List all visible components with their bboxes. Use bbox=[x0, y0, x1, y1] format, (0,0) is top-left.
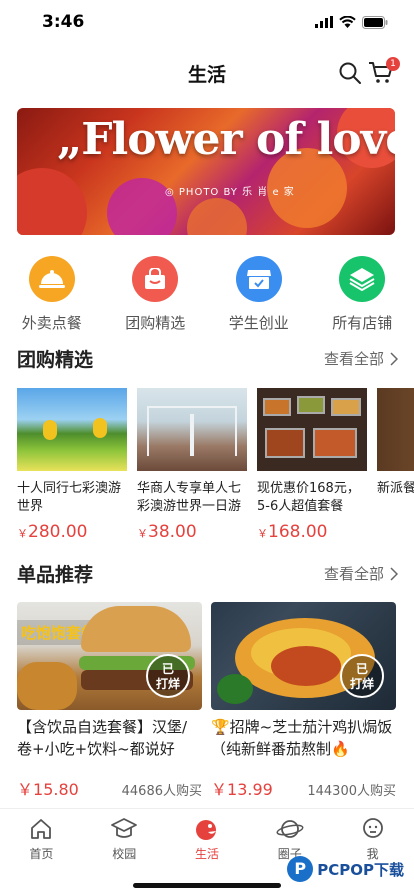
home-indicator[interactable] bbox=[133, 883, 281, 888]
section-title: 团购精选 bbox=[17, 349, 94, 371]
cart-button[interactable]: 1 bbox=[368, 57, 400, 87]
single-section-header: 单品推荐 查看全部 bbox=[17, 560, 398, 587]
planet-icon bbox=[276, 820, 304, 838]
life-icon bbox=[195, 820, 216, 840]
product-image: 吃饱饱套餐 已 打烊 bbox=[17, 602, 202, 710]
group-item[interactable]: 新派餐厅 bbox=[377, 388, 414, 542]
tab-campus[interactable]: 校园 bbox=[83, 809, 166, 865]
group-item[interactable]: 十人同行七彩澳游世界 ￥280.00 bbox=[17, 388, 127, 542]
wifi-icon bbox=[339, 16, 356, 28]
home-icon bbox=[31, 819, 52, 839]
view-all-link[interactable]: 查看全部 bbox=[324, 348, 398, 369]
product-card[interactable]: 吃饱饱套餐 已 打烊 【含饮品自选套餐】汉堡/卷+小吃+饮料~都说好吃... ￥… bbox=[17, 602, 202, 800]
product-price: ￥15.80 bbox=[17, 780, 79, 799]
sold-count: 144300人购买 bbox=[307, 784, 396, 799]
sold-count: 44686人购买 bbox=[121, 784, 202, 799]
search-icon[interactable] bbox=[338, 61, 362, 85]
category-grid: 外卖点餐 团购精选 学生创业 所有店铺 bbox=[0, 256, 414, 333]
group-item[interactable]: 现优惠价168元，5-6人超值套餐 ￥168.00 bbox=[257, 388, 367, 542]
product-image bbox=[257, 388, 367, 471]
signal-icon bbox=[315, 16, 333, 28]
cloche-icon bbox=[38, 270, 65, 288]
product-image: 已 打烊 bbox=[211, 602, 396, 710]
status-time: 3:46 bbox=[42, 12, 85, 32]
group-buy-list: 十人同行七彩澳游世界 ￥280.00 华商人专享单人七彩澳游世界一日游 ￥38.… bbox=[17, 388, 414, 542]
cart-badge: 1 bbox=[386, 57, 400, 71]
navigation-bar: 生活 1 bbox=[0, 44, 414, 102]
watermark-logo: P PCPOP下载 bbox=[287, 856, 404, 882]
tab-home[interactable]: 首页 bbox=[0, 809, 83, 865]
chevron-right-icon bbox=[390, 351, 398, 366]
page-title: 生活 bbox=[187, 63, 226, 86]
category-student-startup[interactable]: 学生创业 bbox=[207, 256, 311, 333]
closed-stamp: 已 打烊 bbox=[146, 654, 190, 698]
product-card[interactable]: 已 打烊 🏆招牌~芝士茄汁鸡扒焗饭（纯新鲜番茄熬制🔥 ￥13.99 144300… bbox=[211, 602, 396, 800]
category-takeout[interactable]: 外卖点餐 bbox=[0, 256, 104, 333]
profile-icon bbox=[362, 818, 383, 838]
banner-title: „Flower of love bbox=[57, 114, 395, 165]
tab-bar: 首页 校园 生活 圈子 我 bbox=[0, 808, 414, 896]
chevron-right-icon bbox=[390, 566, 398, 581]
category-all-shops[interactable]: 所有店铺 bbox=[311, 256, 414, 333]
single-product-list: 吃饱饱套餐 已 打烊 【含饮品自选套餐】汉堡/卷+小吃+饮料~都说好吃... ￥… bbox=[17, 602, 396, 800]
tab-life[interactable]: 生活 bbox=[166, 809, 249, 865]
product-image bbox=[377, 388, 414, 471]
group-section-header: 团购精选 查看全部 bbox=[17, 345, 398, 372]
banner-subtitle: ◎ PHOTO BY 乐 肖 e 家 bbox=[165, 187, 295, 198]
battery-icon bbox=[362, 15, 388, 29]
view-all-link[interactable]: 查看全部 bbox=[324, 563, 398, 584]
product-image bbox=[137, 388, 247, 471]
category-group-buy[interactable]: 团购精选 bbox=[104, 256, 208, 333]
layers-icon bbox=[349, 268, 375, 291]
status-bar: 3:46 bbox=[0, 0, 414, 44]
graduation-cap-icon bbox=[111, 818, 138, 838]
promo-banner[interactable]: „Flower of love ◎ PHOTO BY 乐 肖 e 家 bbox=[17, 108, 395, 235]
product-price: ￥13.99 bbox=[211, 780, 273, 799]
closed-stamp: 已 打烊 bbox=[340, 654, 384, 698]
section-title: 单品推荐 bbox=[17, 564, 94, 586]
basket-icon bbox=[145, 268, 166, 289]
product-image bbox=[17, 388, 127, 471]
storefront-icon bbox=[246, 270, 271, 289]
group-item[interactable]: 华商人专享单人七彩澳游世界一日游 ￥38.00 bbox=[137, 388, 247, 542]
